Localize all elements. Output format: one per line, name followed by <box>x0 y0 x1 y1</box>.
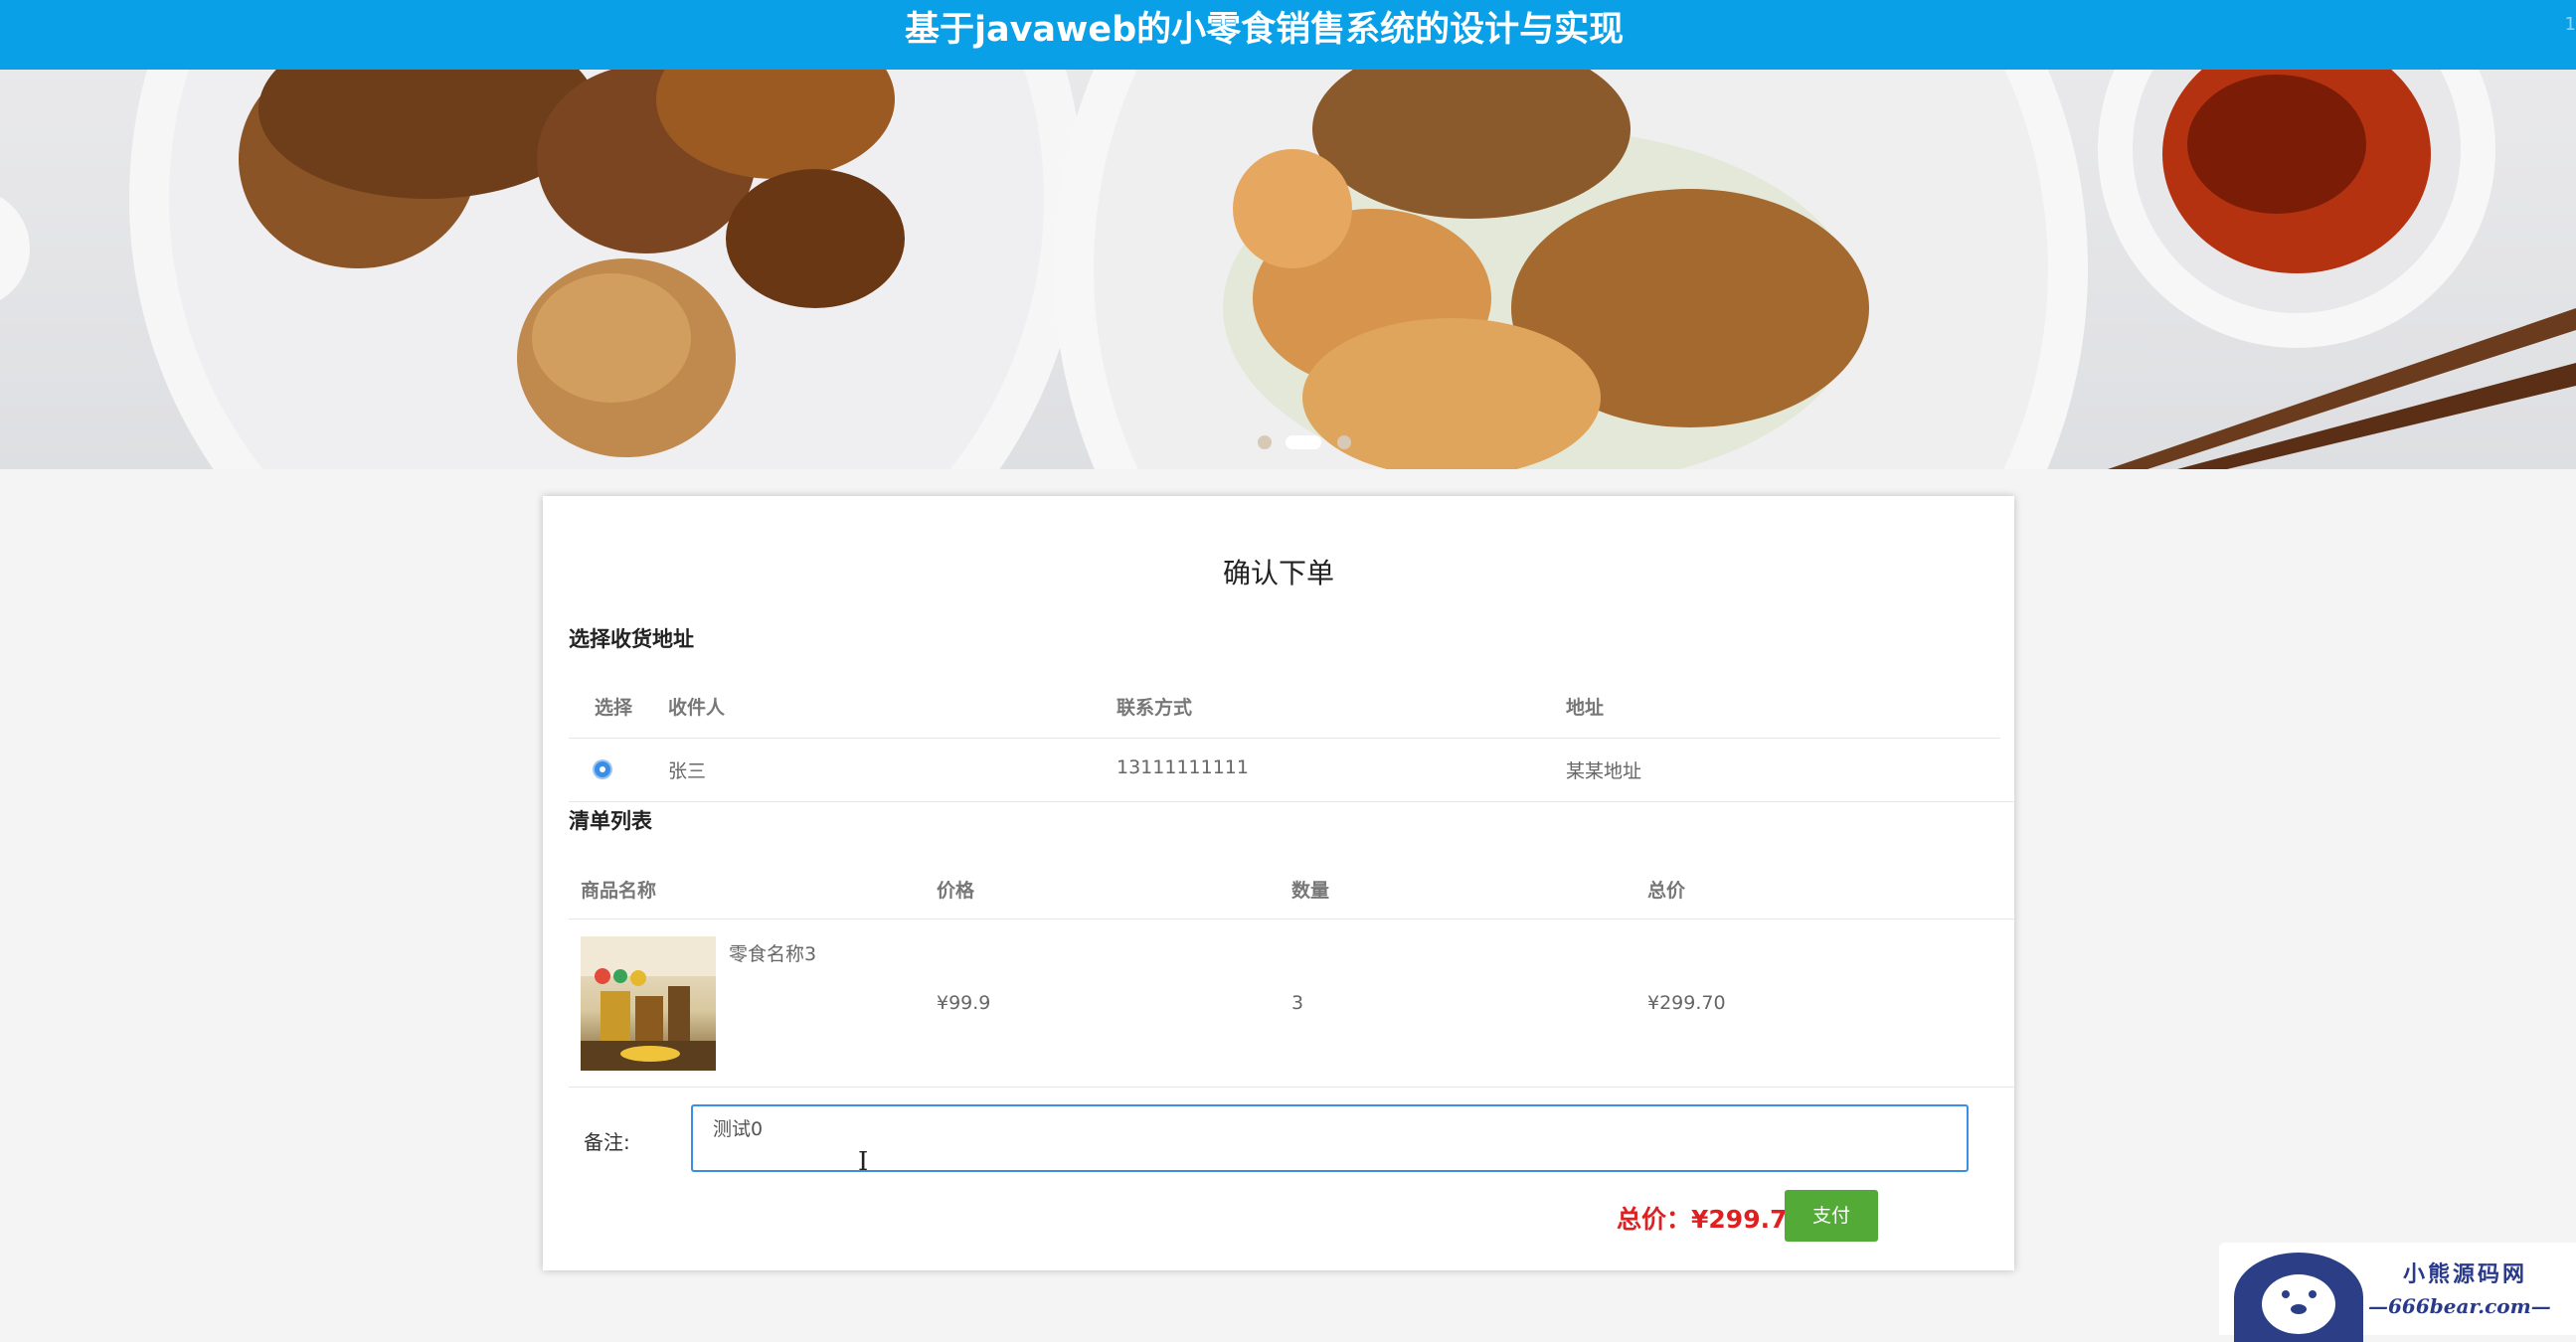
site-title: 基于javaweb的小零食销售系统的设计与实现 <box>905 10 1625 50</box>
divider <box>569 738 2000 739</box>
watermark-line2: —666bear.com— <box>2368 1294 2551 1318</box>
order-total: 总价：¥299.70 <box>1617 1200 1804 1236</box>
total-label: 总价： <box>1617 1205 1692 1234</box>
top-header-bar: 基于javaweb的小零食销售系统的设计与实现 1 <box>0 0 2576 70</box>
order-confirm-card: 确认下单 选择收货地址 选择 收件人 联系方式 地址 张三 1311111111… <box>543 496 2014 1270</box>
bear-logo-icon <box>2234 1253 2363 1342</box>
banner-food-image <box>0 70 2576 469</box>
order-title: 确认下单 <box>1222 557 1334 589</box>
product-thumbnail <box>581 936 716 1071</box>
banner-carousel <box>0 70 2576 469</box>
item-name: 零食名称3 <box>729 943 817 965</box>
items-header-qty: 数量 <box>1291 880 1330 902</box>
items-header-price: 价格 <box>937 880 975 902</box>
items-header-name: 商品名称 <box>581 880 657 902</box>
address-section-title: 选择收货地址 <box>569 627 694 651</box>
watermark-logo: 小熊源码网 —666bear.com— <box>2219 1243 2576 1342</box>
item-total: ¥299.70 <box>1647 992 1726 1014</box>
address-header-select: 选择 <box>595 697 633 719</box>
address-contact: 13111111111 <box>1116 756 1249 778</box>
divider <box>569 1087 2014 1088</box>
watermark-line1: 小熊源码网 <box>2403 1261 2528 1287</box>
address-header-receiver: 收件人 <box>668 697 726 719</box>
address-radio[interactable] <box>595 761 610 777</box>
divider <box>569 801 2014 802</box>
pay-button[interactable]: 支付 <box>1785 1190 1878 1242</box>
address-receiver: 张三 <box>668 760 707 782</box>
item-qty: 3 <box>1291 992 1304 1014</box>
address-header-contact: 联系方式 <box>1116 697 1193 719</box>
header-corner-text: 1 <box>2564 14 2576 35</box>
divider <box>569 919 2014 920</box>
remark-label: 备注: <box>584 1130 630 1154</box>
address-header-address: 地址 <box>1566 697 1605 719</box>
address-text: 某某地址 <box>1566 760 1642 782</box>
text-cursor-icon: I <box>858 1147 869 1177</box>
items-header-total: 总价 <box>1647 880 1686 902</box>
remark-textarea[interactable]: 测试0 <box>691 1104 1969 1172</box>
item-price: ¥99.9 <box>937 992 991 1014</box>
items-section-title: 清单列表 <box>569 809 652 833</box>
